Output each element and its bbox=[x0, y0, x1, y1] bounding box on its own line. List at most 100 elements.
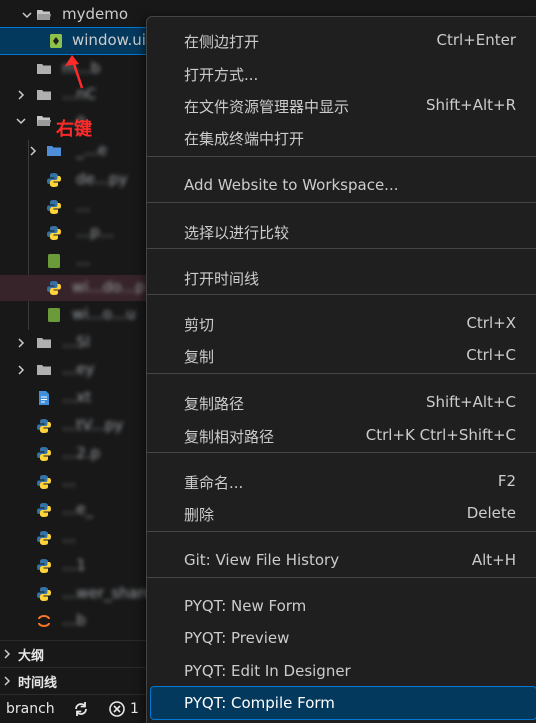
sync-icon[interactable] bbox=[72, 700, 90, 722]
python-icon bbox=[36, 530, 52, 546]
menu-item-label: Add Website to Workspace... bbox=[184, 176, 399, 194]
explorer-row-label: ...wer_share bbox=[62, 584, 154, 602]
vscode-window: 22 self mydemowindow.uim...b...nC...o_..… bbox=[0, 0, 536, 723]
chevron-right-icon[interactable] bbox=[16, 365, 26, 375]
menu-item-label: 复制相对路径 bbox=[184, 428, 275, 446]
panel-timeline[interactable]: 时间线 bbox=[0, 667, 160, 694]
menu-item-shortcut: Ctrl+K Ctrl+Shift+C bbox=[365, 426, 516, 444]
menu-item-shortcut: Delete bbox=[466, 504, 516, 522]
menu-item[interactable]: 在集成终端中打开 bbox=[151, 121, 536, 153]
folder-blue-icon bbox=[46, 143, 62, 159]
menu-item-shortcut: Shift+Alt+R bbox=[426, 96, 516, 114]
menu-item-label: 在侧边打开 bbox=[184, 33, 260, 51]
explorer-row-label: ...tV...py bbox=[62, 416, 124, 434]
explorer-row-label: ...b bbox=[62, 611, 86, 629]
menu-item-label: 选择以进行比较 bbox=[184, 224, 290, 242]
folder-open-icon bbox=[36, 7, 52, 23]
menu-item[interactable]: 打开时间线 bbox=[151, 261, 536, 293]
menu-item[interactable]: 打开方式... bbox=[151, 57, 536, 89]
chevron-right-icon[interactable] bbox=[16, 338, 26, 348]
menu-item[interactable]: 重命名... F2 bbox=[151, 465, 536, 497]
explorer-row-label: ...Sl bbox=[62, 333, 90, 351]
branch-indicator[interactable]: branch bbox=[6, 701, 55, 717]
explorer-row-label: ...1 bbox=[62, 556, 86, 574]
menu-item-label: 重命名... bbox=[184, 474, 244, 492]
menu-item-shortcut: F2 bbox=[497, 472, 516, 490]
menu-item-label: PYQT: New Form bbox=[184, 597, 307, 615]
panel-outline[interactable]: 大纲 bbox=[0, 640, 160, 667]
menu-item[interactable]: 删除 Delete bbox=[151, 497, 536, 529]
explorer-row-label: mydemo bbox=[62, 5, 129, 23]
menu-separator bbox=[147, 373, 536, 374]
menu-separator bbox=[147, 577, 536, 578]
explorer-row-label: ...p... bbox=[76, 223, 115, 241]
menu-item-shortcut: Ctrl+X bbox=[466, 314, 516, 332]
python-icon bbox=[36, 586, 52, 602]
folder-icon bbox=[36, 362, 52, 378]
python-icon bbox=[46, 280, 62, 296]
chevron-right-icon[interactable] bbox=[16, 90, 26, 100]
menu-item-label: 删除 bbox=[184, 506, 215, 524]
menu-item[interactable]: 在文件资源管理器中显示 Shift+Alt+R bbox=[151, 89, 536, 121]
panel-timeline-label: 时间线 bbox=[18, 676, 58, 691]
explorer-row-label: de...py bbox=[76, 170, 128, 188]
menu-item-shortcut: Ctrl+Enter bbox=[436, 31, 516, 49]
explorer-row-label: ...e_ bbox=[62, 500, 94, 518]
python-icon bbox=[46, 172, 62, 188]
menu-item-label: 在文件资源管理器中显示 bbox=[184, 98, 350, 116]
explorer-row-label: m...b bbox=[62, 59, 101, 77]
menu-item-label: 复制路径 bbox=[184, 395, 245, 413]
menu-item-label: 剪切 bbox=[184, 316, 215, 334]
menu-separator bbox=[147, 531, 536, 532]
python-icon bbox=[36, 502, 52, 518]
menu-item[interactable]: 复制 Ctrl+C bbox=[151, 339, 536, 371]
chevron-right-icon bbox=[2, 676, 12, 686]
menu-item[interactable]: PYQT: Compile Form bbox=[150, 686, 536, 720]
menu-item[interactable]: 剪切 Ctrl+X bbox=[151, 307, 536, 339]
text-file-icon bbox=[36, 390, 52, 406]
menu-item[interactable]: 复制路径 Shift+Alt+C bbox=[151, 386, 536, 418]
explorer-row-label: ...xt bbox=[62, 388, 92, 406]
menu-item[interactable]: 复制相对路径 Ctrl+K Ctrl+Shift+C bbox=[151, 419, 536, 451]
error-count: 1 bbox=[130, 701, 139, 717]
menu-item-label: PYQT: Edit In Designer bbox=[184, 662, 351, 680]
menu-item-label: 打开方式... bbox=[184, 66, 259, 84]
menu-item-label: 打开时间线 bbox=[184, 270, 260, 288]
menu-item-label: PYQT: Compile Form bbox=[184, 694, 335, 712]
explorer-row-label: ... bbox=[62, 528, 77, 546]
menu-separator bbox=[147, 294, 536, 295]
ui-file-icon bbox=[48, 33, 64, 49]
menu-item[interactable]: PYQT: New Form bbox=[151, 590, 536, 622]
menu-item[interactable]: PYQT: Edit In Designer bbox=[151, 655, 536, 687]
explorer-row-label: ... bbox=[62, 472, 77, 490]
python-icon bbox=[46, 199, 62, 215]
explorer-row-label: ... bbox=[76, 251, 91, 269]
menu-separator bbox=[147, 248, 536, 249]
menu-item[interactable]: Add Website to Workspace... bbox=[151, 169, 536, 201]
explorer-row-label: wi...do...p bbox=[72, 278, 146, 296]
menu-separator bbox=[147, 452, 536, 453]
menu-item-label: Git: View File History bbox=[184, 551, 340, 569]
menu-separator bbox=[147, 202, 536, 203]
chevron-down-icon[interactable] bbox=[22, 10, 32, 20]
explorer-row-label: window.ui bbox=[72, 31, 146, 49]
folder-icon bbox=[36, 61, 52, 77]
explorer-row-label: ...ey bbox=[62, 360, 95, 378]
menu-separator bbox=[147, 156, 536, 157]
python-icon bbox=[36, 474, 52, 490]
menu-item[interactable]: PYQT: Preview bbox=[151, 622, 536, 654]
chevron-right-icon[interactable] bbox=[28, 146, 38, 156]
menu-item[interactable]: Git: View File History Alt+H bbox=[151, 544, 536, 576]
python-icon bbox=[36, 558, 52, 574]
menu-item-shortcut: Shift+Alt+C bbox=[425, 393, 516, 411]
menu-item[interactable]: 选择以进行比较 bbox=[151, 215, 536, 247]
menu-item[interactable]: 在侧边打开 Ctrl+Enter bbox=[151, 24, 536, 56]
chevron-down-icon[interactable] bbox=[16, 116, 26, 126]
menu-item-label: 在集成终端中打开 bbox=[184, 130, 305, 148]
menu-item-label: 复制 bbox=[184, 348, 215, 366]
jupyter-icon bbox=[36, 613, 52, 629]
error-icon[interactable] bbox=[108, 700, 126, 722]
chevron-right-icon bbox=[2, 649, 12, 659]
annotation-label: 右键 bbox=[56, 119, 92, 140]
explorer-row-label: ...nC bbox=[62, 85, 97, 103]
